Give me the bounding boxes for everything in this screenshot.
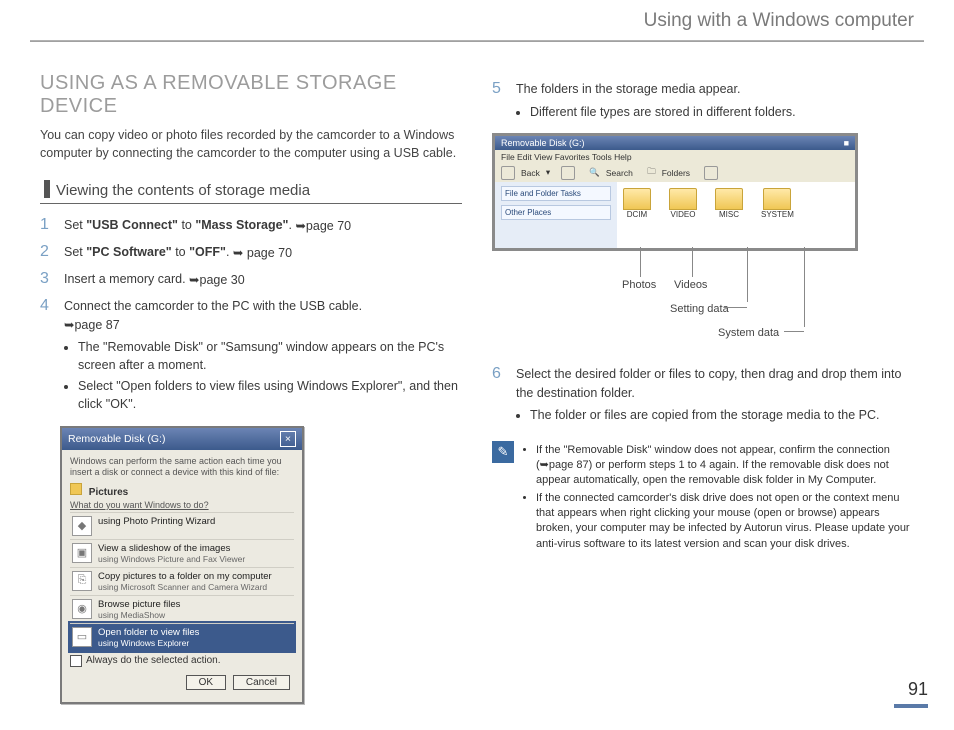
step-3: 3 Insert a memory card. ➥page 30	[40, 270, 462, 289]
folder-icon	[715, 188, 743, 210]
views-icon[interactable]	[704, 166, 718, 180]
explorer-sidebar: File and Folder Tasks Other Places	[495, 182, 617, 248]
back-icon[interactable]	[501, 166, 515, 180]
callout-system-data: System data	[718, 327, 779, 339]
explorer-content[interactable]: DCIM VIDEO MISC SYSTEM	[617, 182, 855, 248]
page-ref: ➥page 87	[64, 316, 120, 335]
page-ref: ➥page 30	[189, 271, 245, 290]
note-item: If the "Removable Disk" window does not …	[536, 443, 914, 489]
right-column: 5 The folders in the storage media appea…	[492, 72, 914, 704]
checkbox-icon[interactable]	[70, 655, 82, 667]
always-checkbox-row[interactable]: Always do the selected action.	[70, 651, 294, 671]
folder-system[interactable]: SYSTEM	[761, 188, 794, 242]
folder-icon	[763, 188, 791, 210]
folders-icon[interactable]: 🗀	[647, 166, 656, 180]
step-5: 5 The folders in the storage media appea…	[492, 80, 914, 125]
autoplay-dialog: Removable Disk (G:) × Windows can perfor…	[60, 426, 304, 704]
subheading: Viewing the contents of storage media	[40, 176, 462, 204]
folder-callouts: Photos Videos Setting data System data	[492, 247, 852, 357]
step-2: 2 Set "PC Software" to "OFF". ➥ page 70	[40, 243, 462, 262]
folder-icon	[623, 188, 651, 210]
page-number: 91	[894, 679, 928, 708]
pictures-icon	[70, 483, 82, 495]
callout-photos: Photos	[622, 279, 656, 291]
sidebar-tasks[interactable]: File and Folder Tasks	[501, 186, 611, 201]
section-title: USING AS A REMOVABLE STORAGE DEVICE	[40, 72, 462, 118]
step-number: 4	[40, 297, 54, 418]
autoplay-option-selected[interactable]: ▭ Open folder to view filesusing Windows…	[70, 623, 294, 651]
step-number: 1	[40, 216, 54, 235]
step-text: Select the desired folder or files to co…	[516, 365, 914, 429]
callout-setting-data: Setting data	[670, 303, 729, 315]
dialog-title: Removable Disk (G:)	[68, 433, 165, 445]
folder-dcim[interactable]: DCIM	[623, 188, 651, 242]
folder-misc[interactable]: MISC	[715, 188, 743, 242]
left-column: USING AS A REMOVABLE STORAGE DEVICE You …	[40, 72, 462, 704]
step-number: 5	[492, 80, 506, 125]
copy-icon: ⎘	[72, 571, 92, 591]
step-text: Insert a memory card. ➥page 30	[64, 270, 462, 289]
autoplay-option[interactable]: ◉ Browse picture filesusing MediaShow	[70, 595, 294, 623]
ok-button[interactable]: OK	[186, 675, 226, 690]
step-text: Connect the camcorder to the PC with the…	[64, 297, 462, 418]
page-ref: ➥page 70	[295, 217, 351, 236]
chapter-heading: Using with a Windows computer	[0, 0, 954, 40]
step-4: 4 Connect the camcorder to the PC with t…	[40, 297, 462, 418]
folder-video[interactable]: VIDEO	[669, 188, 697, 242]
page-ref: ➥ page 70	[233, 244, 292, 263]
step-1: 1 Set "USB Connect" to "Mass Storage". ➥…	[40, 216, 462, 235]
browse-icon: ◉	[72, 599, 92, 619]
step-text: Set "PC Software" to "OFF". ➥ page 70	[64, 243, 462, 262]
wizard-icon: ◆	[72, 516, 92, 536]
step-text: Set "USB Connect" to "Mass Storage". ➥pa…	[64, 216, 462, 235]
dialog-lead-text: Windows can perform the same action each…	[70, 456, 294, 479]
page-number-bar	[894, 704, 928, 708]
slideshow-icon: ▣	[72, 543, 92, 563]
step-number: 6	[492, 365, 506, 429]
explorer-menubar[interactable]: File Edit View Favorites Tools Help	[495, 150, 855, 164]
step-number: 2	[40, 243, 54, 262]
page-body: USING AS A REMOVABLE STORAGE DEVICE You …	[0, 42, 954, 724]
dialog-titlebar[interactable]: Removable Disk (G:) ×	[62, 428, 302, 450]
note-icon: ✎	[492, 441, 514, 463]
step-text: The folders in the storage media appear.…	[516, 80, 914, 125]
cancel-button[interactable]: Cancel	[233, 675, 290, 690]
note-item: If the connected camcorder's disk drive …	[536, 491, 914, 553]
step-5-bullet: Different file types are stored in diffe…	[530, 103, 914, 121]
dialog-prompt: What do you want Windows to do?	[70, 500, 294, 512]
folder-icon: ▭	[72, 627, 92, 647]
step-4-bullet: The "Removable Disk" or "Samsung" window…	[78, 338, 462, 374]
close-icon[interactable]: ×	[280, 431, 296, 447]
step-6-bullet: The folder or files are copied from the …	[530, 406, 914, 424]
autoplay-option[interactable]: ◆ using Photo Printing Wizard	[70, 512, 294, 539]
close-icon[interactable]: ■	[844, 138, 849, 148]
search-icon[interactable]: 🔍	[589, 167, 600, 178]
note-box: ✎ If the "Removable Disk" window does no…	[492, 441, 914, 555]
explorer-window: Removable Disk (G:) ■ File Edit View Fav…	[492, 133, 858, 251]
folder-icon	[669, 188, 697, 210]
step-4-bullet: Select "Open folders to view files using…	[78, 377, 462, 413]
always-label: Always do the selected action.	[86, 655, 221, 666]
sidebar-places[interactable]: Other Places	[501, 205, 611, 220]
autoplay-option[interactable]: ⎘ Copy pictures to a folder on my comput…	[70, 567, 294, 595]
intro-paragraph: You can copy video or photo files record…	[40, 126, 462, 162]
callout-videos: Videos	[674, 279, 707, 291]
forward-icon[interactable]	[561, 166, 575, 180]
step-number: 3	[40, 270, 54, 289]
step-6: 6 Select the desired folder or files to …	[492, 365, 914, 429]
dialog-section-label: Pictures	[70, 483, 294, 498]
explorer-titlebar[interactable]: Removable Disk (G:) ■	[495, 136, 855, 150]
autoplay-option[interactable]: ▣ View a slideshow of the imagesusing Wi…	[70, 539, 294, 567]
explorer-toolbar[interactable]: Back ▾ 🔍Search 🗀Folders	[495, 164, 855, 182]
